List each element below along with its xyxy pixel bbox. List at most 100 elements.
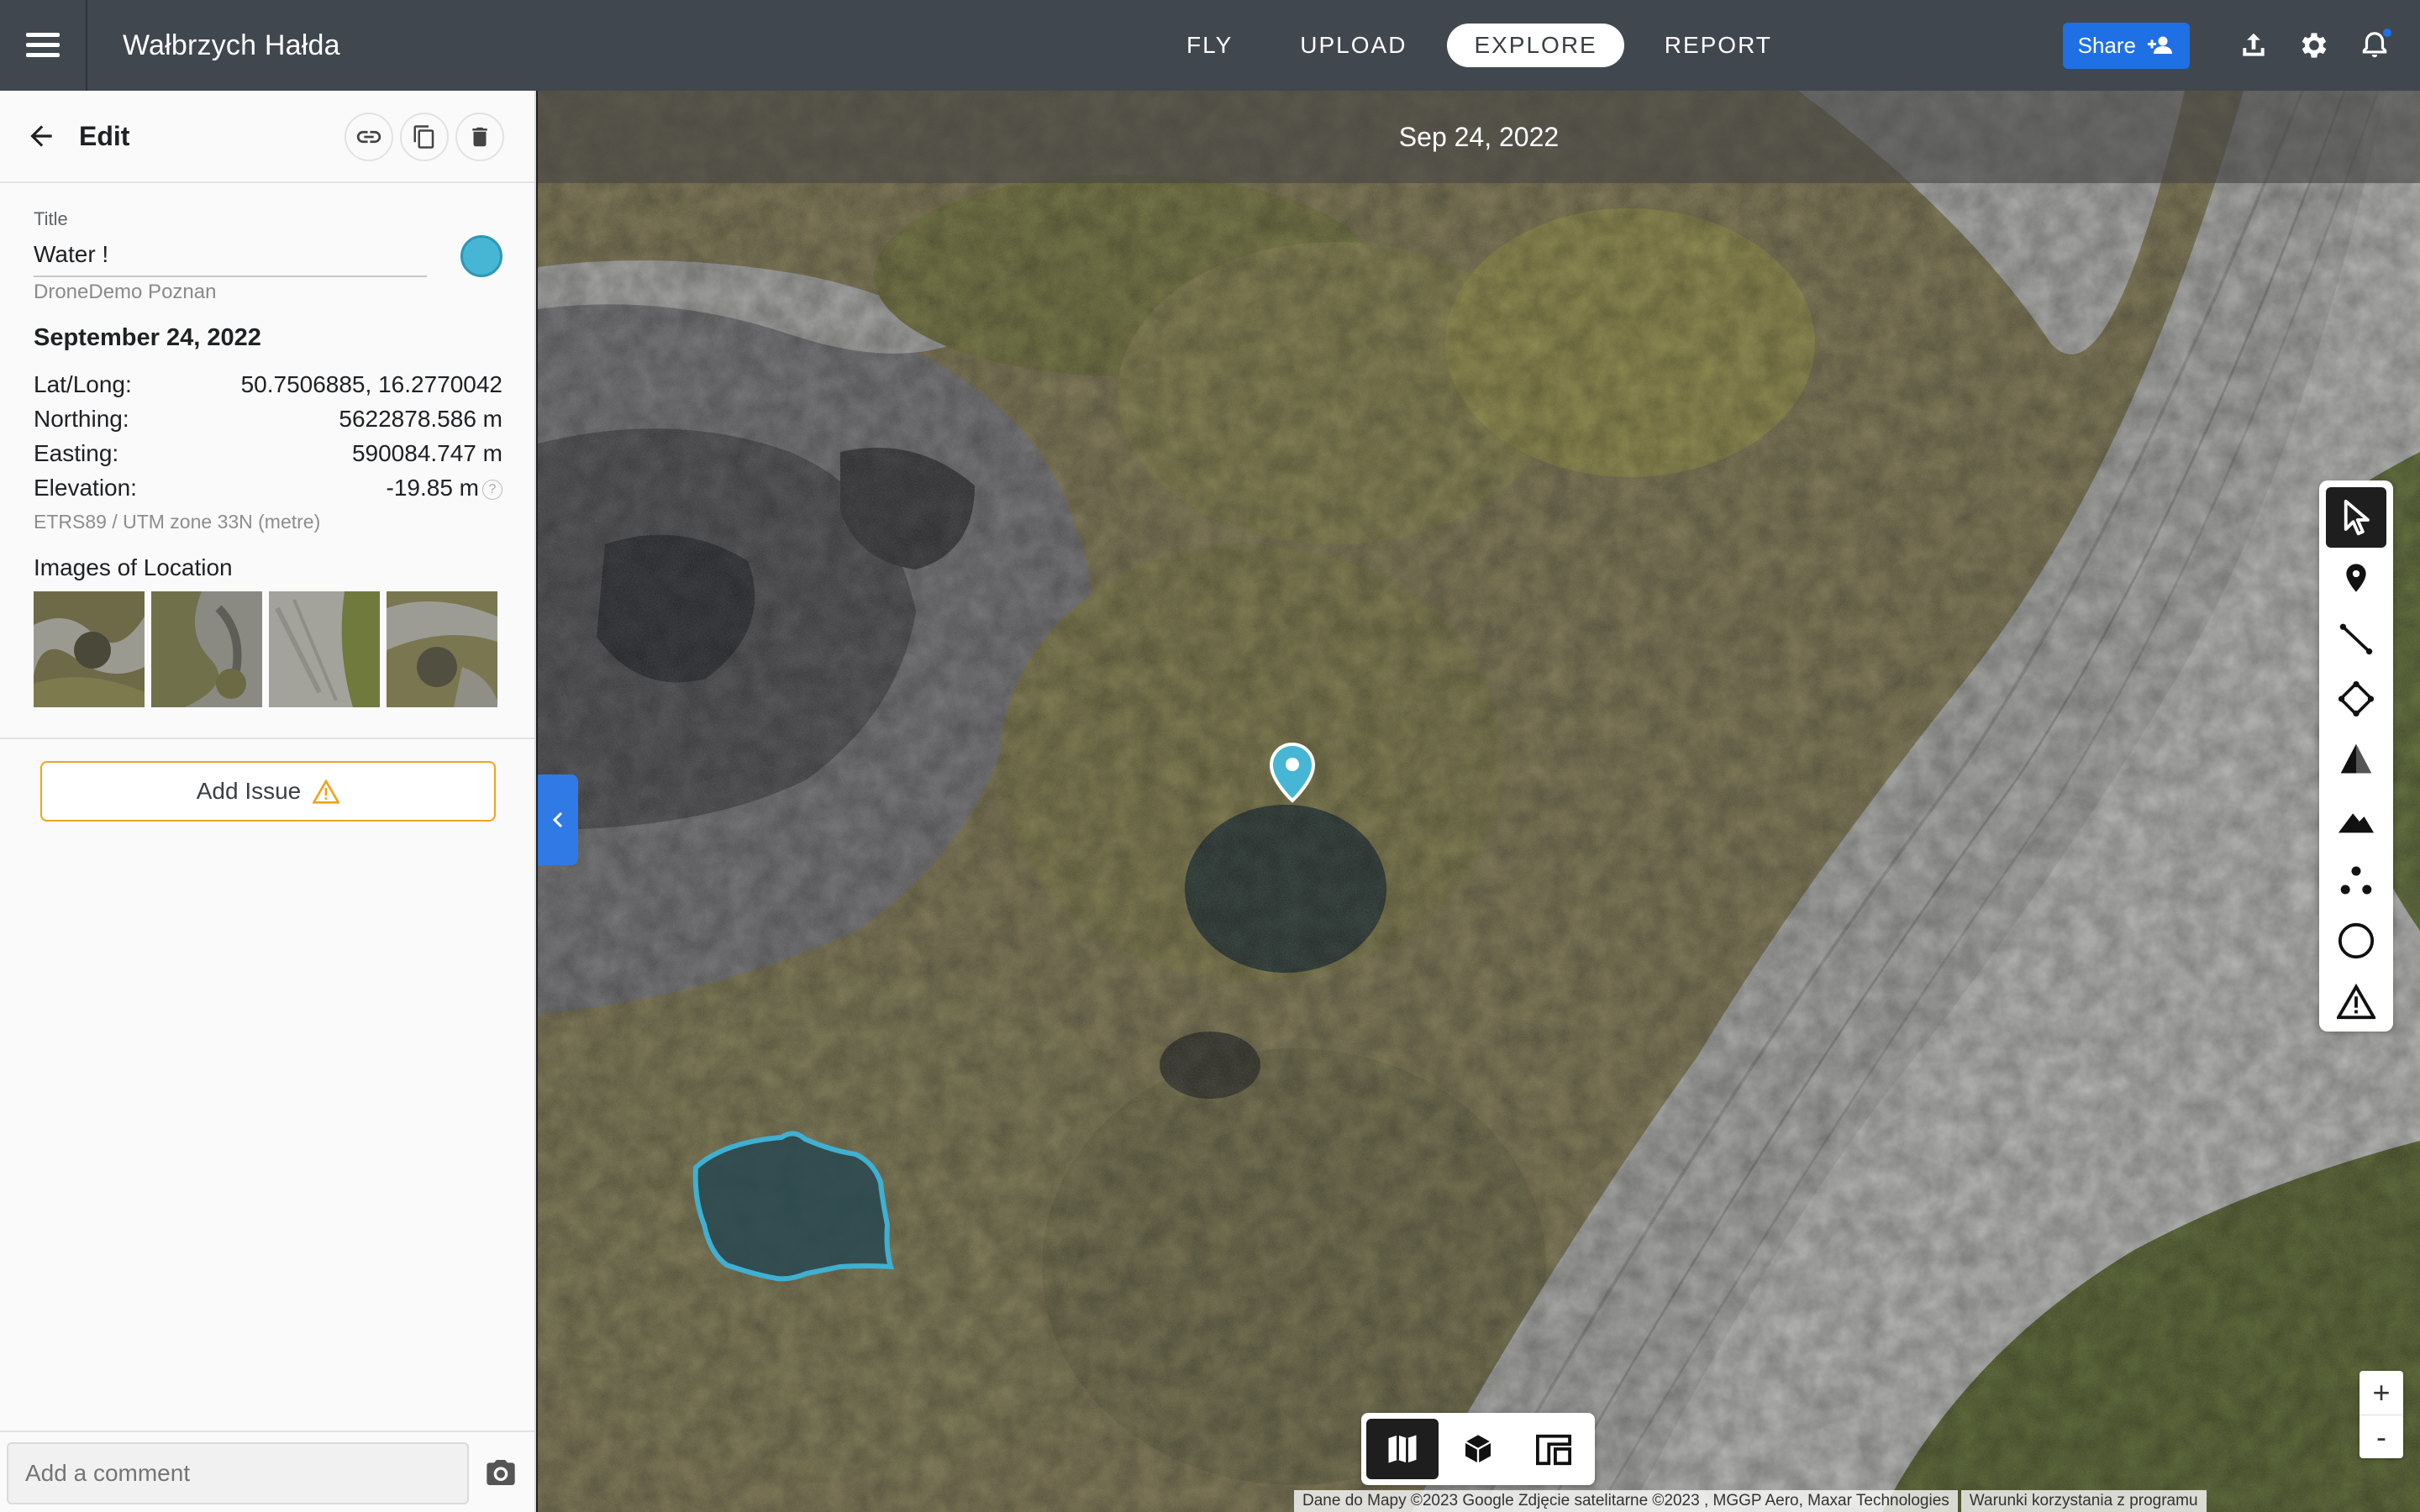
issue-tool[interactable] xyxy=(2326,971,2386,1032)
compare-layout-button[interactable] xyxy=(1518,1419,1590,1479)
add-issue-label: Add Issue xyxy=(196,778,302,804)
attribution-text: Dane do Mapy ©2023 Google Zdjęcie sateli… xyxy=(1294,1490,1958,1512)
owner-name: DroneDemo Poznan xyxy=(34,281,217,303)
terms-link[interactable]: Warunki korzystania z programu xyxy=(1960,1490,2207,1512)
zoom-in-button[interactable]: + xyxy=(2360,1371,2403,1415)
volume-tool[interactable] xyxy=(2326,729,2386,790)
water-polygon[interactable] xyxy=(692,1131,895,1282)
model-3d-button[interactable] xyxy=(1442,1419,1514,1479)
point-cluster-icon xyxy=(2340,866,2372,895)
add-issue-button[interactable]: Add Issue xyxy=(40,761,496,822)
coord-latlong: Lat/Long: 50.7506885, 16.2770042 xyxy=(34,371,502,398)
circle-tool[interactable] xyxy=(2326,911,2386,971)
title-label: Title xyxy=(34,208,68,229)
edit-panel: Edit Title DroneDemo Poznan September 24… xyxy=(0,91,536,1512)
comment-bar xyxy=(0,1431,534,1512)
share-label: Share xyxy=(2077,32,2136,58)
map-view[interactable]: Sep 24, 2022 + - Dane do Mapy ©2023 Goog… xyxy=(538,91,2420,1512)
top-right-actions: Share xyxy=(2062,0,2420,91)
copy-icon xyxy=(413,125,434,149)
model-3d-icon xyxy=(1465,1435,1491,1463)
circle-icon xyxy=(2338,922,2375,959)
coord-elevation: Elevation: -19.85 m? xyxy=(34,475,502,501)
tab-upload[interactable]: UPLOAD xyxy=(1273,24,1434,67)
coord-label: Elevation: xyxy=(34,475,137,501)
marker-color-picker[interactable] xyxy=(460,235,502,277)
notification-dot xyxy=(2381,27,2393,39)
project-title: Wałbrzych Hałda xyxy=(123,29,340,61)
tab-fly[interactable]: FLY xyxy=(1160,24,1260,67)
edit-actions xyxy=(345,113,504,161)
coord-value: 590084.747 m xyxy=(351,440,502,466)
location-image-thumbnail[interactable] xyxy=(151,591,262,707)
menu-icon xyxy=(26,33,60,58)
duplicate-button[interactable] xyxy=(400,113,449,161)
delete-button[interactable] xyxy=(455,113,504,161)
location-image-thumbnail[interactable] xyxy=(387,591,497,707)
select-cursor-icon xyxy=(2344,499,2370,536)
map-2d-button[interactable] xyxy=(1366,1419,1439,1479)
share-people-icon xyxy=(2148,36,2172,54)
layout-compare-icon xyxy=(1536,1434,1571,1466)
view-mode-switch xyxy=(1361,1413,1595,1485)
image-thumbnails xyxy=(34,591,497,707)
trash-icon xyxy=(472,127,487,147)
location-image-thumbnail[interactable] xyxy=(34,591,145,707)
tab-explore[interactable]: EXPLORE xyxy=(1447,24,1624,67)
capture-date: September 24, 2022 xyxy=(34,324,261,351)
title-input[interactable] xyxy=(34,234,427,277)
settings-button[interactable] xyxy=(2284,15,2344,76)
line-tool[interactable] xyxy=(2326,608,2386,669)
main-nav: FLY UPLOAD EXPLORE REPORT xyxy=(1160,0,1799,91)
elevation-profile-icon xyxy=(2338,813,2375,833)
copy-link-button[interactable] xyxy=(345,113,393,161)
warning-icon xyxy=(313,779,340,804)
gear-icon xyxy=(2302,33,2327,58)
coord-label: Lat/Long: xyxy=(34,371,132,397)
back-arrow-icon[interactable] xyxy=(25,120,57,152)
coord-value: -19.85 m xyxy=(386,475,480,501)
coord-value: 50.7506885, 16.2770042 xyxy=(240,371,502,397)
chevron-left-icon xyxy=(552,811,563,828)
link-icon xyxy=(356,130,381,144)
notifications-button[interactable] xyxy=(2344,15,2405,76)
location-image-thumbnail[interactable] xyxy=(269,591,380,707)
date-banner: Sep 24, 2022 xyxy=(538,91,2420,183)
coord-label: Northing: xyxy=(34,406,129,432)
menu-button[interactable] xyxy=(0,0,87,91)
help-icon[interactable]: ? xyxy=(482,479,502,500)
zoom-controls: + - xyxy=(2360,1371,2403,1458)
top-bar: Wałbrzych Hałda FLY UPLOAD EXPLORE REPOR… xyxy=(0,0,2420,91)
zoom-out-button[interactable]: - xyxy=(2360,1415,2403,1458)
upload-button[interactable] xyxy=(2223,15,2284,76)
location-pin-icon xyxy=(2346,564,2366,592)
images-label: Images of Location xyxy=(34,554,233,580)
drawing-toolbar xyxy=(2319,480,2393,1032)
points-tool[interactable] xyxy=(2326,850,2386,911)
profile-tool[interactable] xyxy=(2326,790,2386,850)
section-divider xyxy=(0,738,534,739)
marker-tool[interactable] xyxy=(2326,548,2386,608)
aerial-imagery xyxy=(538,91,2420,1512)
polygon-area-icon xyxy=(2338,680,2375,717)
comment-input[interactable] xyxy=(7,1442,469,1504)
coordinate-system: ETRS89 / UTM zone 33N (metre) xyxy=(34,511,321,533)
coord-value: 5622878.586 m xyxy=(339,406,502,432)
warning-triangle-icon xyxy=(2337,983,2375,1020)
edit-header: Edit xyxy=(0,91,534,183)
select-tool[interactable] xyxy=(2326,487,2386,548)
camera-icon[interactable] xyxy=(484,1456,518,1489)
map-attribution: Dane do Mapy ©2023 Google Zdjęcie sateli… xyxy=(1294,1490,2207,1512)
location-marker-pin[interactable] xyxy=(1269,743,1316,803)
area-tool[interactable] xyxy=(2326,669,2386,729)
share-button[interactable]: Share xyxy=(2062,22,2190,69)
volume-icon xyxy=(2340,743,2372,774)
collapse-sidebar-button[interactable] xyxy=(538,774,578,865)
elevation-value-wrap: -19.85 m? xyxy=(386,475,502,501)
edit-title: Edit xyxy=(79,120,130,151)
tab-report[interactable]: REPORT xyxy=(1638,24,1799,67)
coord-label: Easting: xyxy=(34,440,119,466)
upload-icon xyxy=(2243,33,2265,56)
coord-easting: Easting: 590084.747 m xyxy=(34,440,502,467)
map-2d-icon xyxy=(1388,1435,1417,1463)
